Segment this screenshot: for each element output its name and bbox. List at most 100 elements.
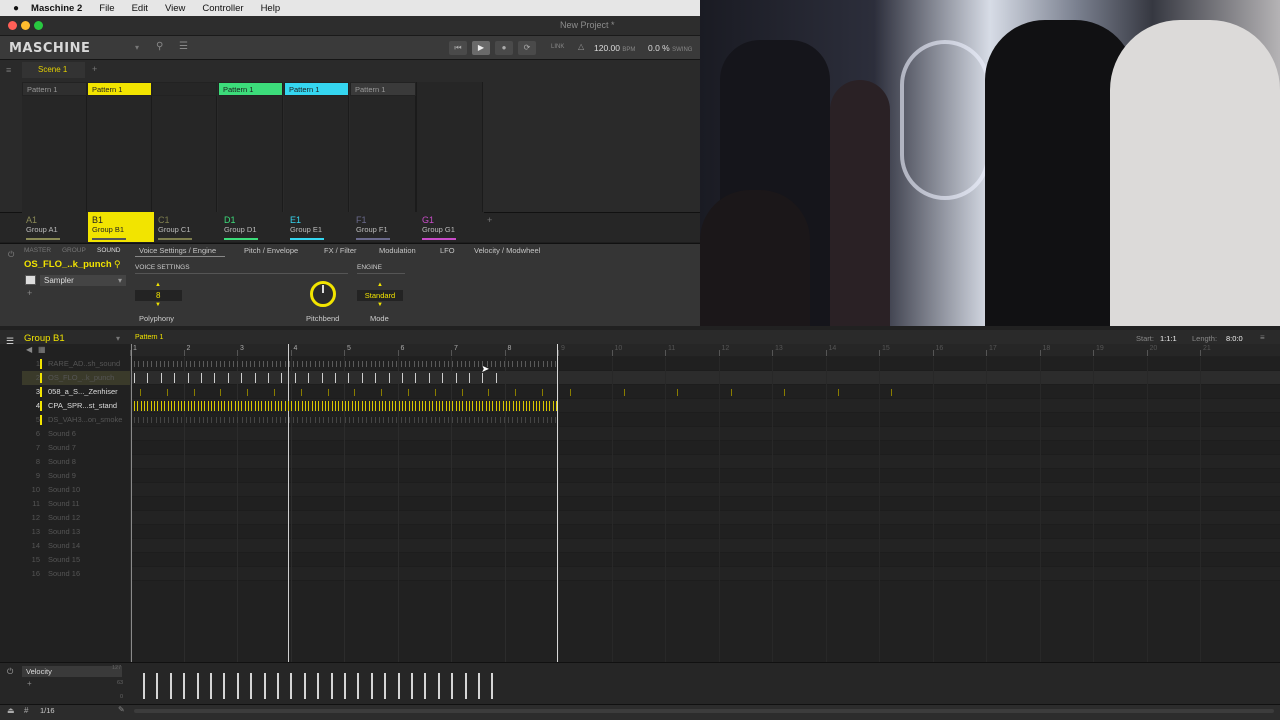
note-event[interactable] (404, 361, 406, 367)
note-event[interactable] (155, 361, 157, 367)
velocity-bar[interactable] (223, 673, 226, 699)
note-event[interactable] (164, 361, 166, 367)
note-event[interactable] (516, 361, 518, 367)
note-event[interactable] (379, 417, 381, 423)
group-pad[interactable]: D1 Group D1 (220, 212, 286, 242)
note-event[interactable] (301, 361, 303, 367)
note-event[interactable] (211, 361, 213, 367)
note-event[interactable] (147, 373, 149, 383)
note-event[interactable] (288, 401, 290, 411)
note-event[interactable] (167, 401, 169, 411)
speaker-icon[interactable]: ◀ (26, 345, 32, 354)
note-event[interactable] (258, 361, 260, 367)
note-lane[interactable] (130, 469, 1280, 483)
note-lane[interactable] (130, 399, 1280, 413)
pattern-cell[interactable]: Pattern 1 (284, 82, 349, 96)
note-event[interactable] (180, 401, 182, 411)
note-event[interactable] (177, 361, 178, 367)
power-icon[interactable]: ⏻ (8, 250, 14, 260)
sound-slot[interactable]: 8 Sound 8 (22, 455, 130, 469)
note-event[interactable] (228, 417, 230, 423)
note-event[interactable] (297, 417, 299, 423)
note-event[interactable] (267, 417, 269, 423)
sound-slot[interactable]: 2 OS_FLO_..k_punch (22, 371, 130, 385)
note-event[interactable] (321, 373, 323, 383)
note-lane[interactable] (130, 511, 1280, 525)
logo-menu-chevron-icon[interactable]: ▾ (135, 43, 139, 52)
velocity-bar[interactable] (344, 673, 346, 699)
pitchbend-knob[interactable] (310, 281, 336, 307)
note-event[interactable] (371, 401, 373, 411)
note-event[interactable] (227, 373, 229, 383)
note-event[interactable] (298, 401, 300, 411)
note-event[interactable] (247, 388, 249, 396)
note-event[interactable] (460, 361, 462, 367)
velocity-bar[interactable] (370, 673, 373, 699)
note-event[interactable] (379, 361, 381, 367)
note-event[interactable] (503, 361, 505, 367)
note-event[interactable] (348, 373, 350, 383)
keyboard-view-icon[interactable]: ☰ (6, 336, 14, 347)
note-event[interactable] (475, 401, 477, 411)
velocity-bar[interactable] (491, 673, 494, 699)
add-scene-button[interactable]: + (92, 64, 97, 74)
mode-down-icon[interactable]: ▼ (377, 302, 383, 308)
eject-icon[interactable]: ⏏ (7, 706, 15, 715)
rewind-button[interactable]: ⏮ (449, 41, 467, 55)
note-event[interactable] (151, 417, 153, 423)
note-event[interactable] (529, 401, 531, 411)
note-event[interactable] (539, 401, 541, 411)
note-event[interactable] (488, 388, 490, 396)
note-event[interactable] (164, 401, 166, 411)
note-event[interactable] (281, 373, 283, 383)
note-event[interactable] (232, 417, 234, 423)
velocity-bar[interactable] (357, 673, 360, 699)
polyphony-value[interactable]: 8 (135, 290, 182, 301)
note-event[interactable] (159, 417, 161, 423)
note-event[interactable] (515, 401, 517, 411)
note-event[interactable] (546, 401, 548, 411)
sound-slot[interactable]: 3 058_a_S..._Zenhiser (22, 385, 130, 399)
sound-slot[interactable]: 16 Sound 16 (22, 567, 130, 581)
note-event[interactable] (361, 361, 363, 367)
pattern-cell[interactable]: Pattern 1 (22, 82, 87, 96)
note-event[interactable] (542, 401, 544, 411)
velocity-bar[interactable] (290, 673, 293, 699)
note-event[interactable] (211, 417, 213, 423)
sound-name[interactable]: OS_FLO_..k_punch (24, 259, 112, 270)
note-event[interactable] (281, 401, 283, 411)
group-pad[interactable]: F1 Group F1 (352, 212, 418, 242)
param-tab[interactable]: FX / Filter (324, 246, 357, 255)
note-event[interactable] (193, 388, 195, 396)
note-event[interactable] (515, 388, 517, 396)
note-event[interactable] (388, 373, 390, 383)
note-event[interactable] (396, 417, 398, 423)
note-event[interactable] (447, 417, 449, 423)
note-event[interactable] (495, 361, 497, 367)
note-event[interactable] (142, 417, 144, 423)
velocity-bar[interactable] (464, 673, 467, 699)
velocity-bar[interactable] (451, 673, 454, 699)
note-event[interactable] (368, 401, 370, 411)
note-event[interactable] (308, 401, 310, 411)
note-event[interactable] (254, 401, 256, 411)
group-pad[interactable]: G1 Group G1 (418, 212, 484, 242)
note-event[interactable] (280, 417, 282, 423)
note-event[interactable] (344, 417, 346, 423)
note-event[interactable] (338, 401, 340, 411)
menu-edit[interactable]: Edit (132, 3, 148, 14)
note-lane[interactable] (130, 497, 1280, 511)
note-event[interactable] (395, 401, 397, 411)
grid-resolution[interactable]: 1/16 (40, 706, 55, 715)
add-group-button[interactable]: + (487, 215, 492, 225)
note-event[interactable] (485, 401, 487, 411)
note-event[interactable] (478, 417, 479, 423)
note-event[interactable] (314, 417, 316, 423)
note-event[interactable] (237, 361, 239, 367)
note-event[interactable] (462, 401, 464, 411)
minimize-window-button[interactable] (21, 21, 30, 30)
note-event[interactable] (201, 401, 202, 411)
note-event[interactable] (458, 401, 460, 411)
note-event[interactable] (327, 388, 329, 396)
note-event[interactable] (140, 401, 142, 411)
